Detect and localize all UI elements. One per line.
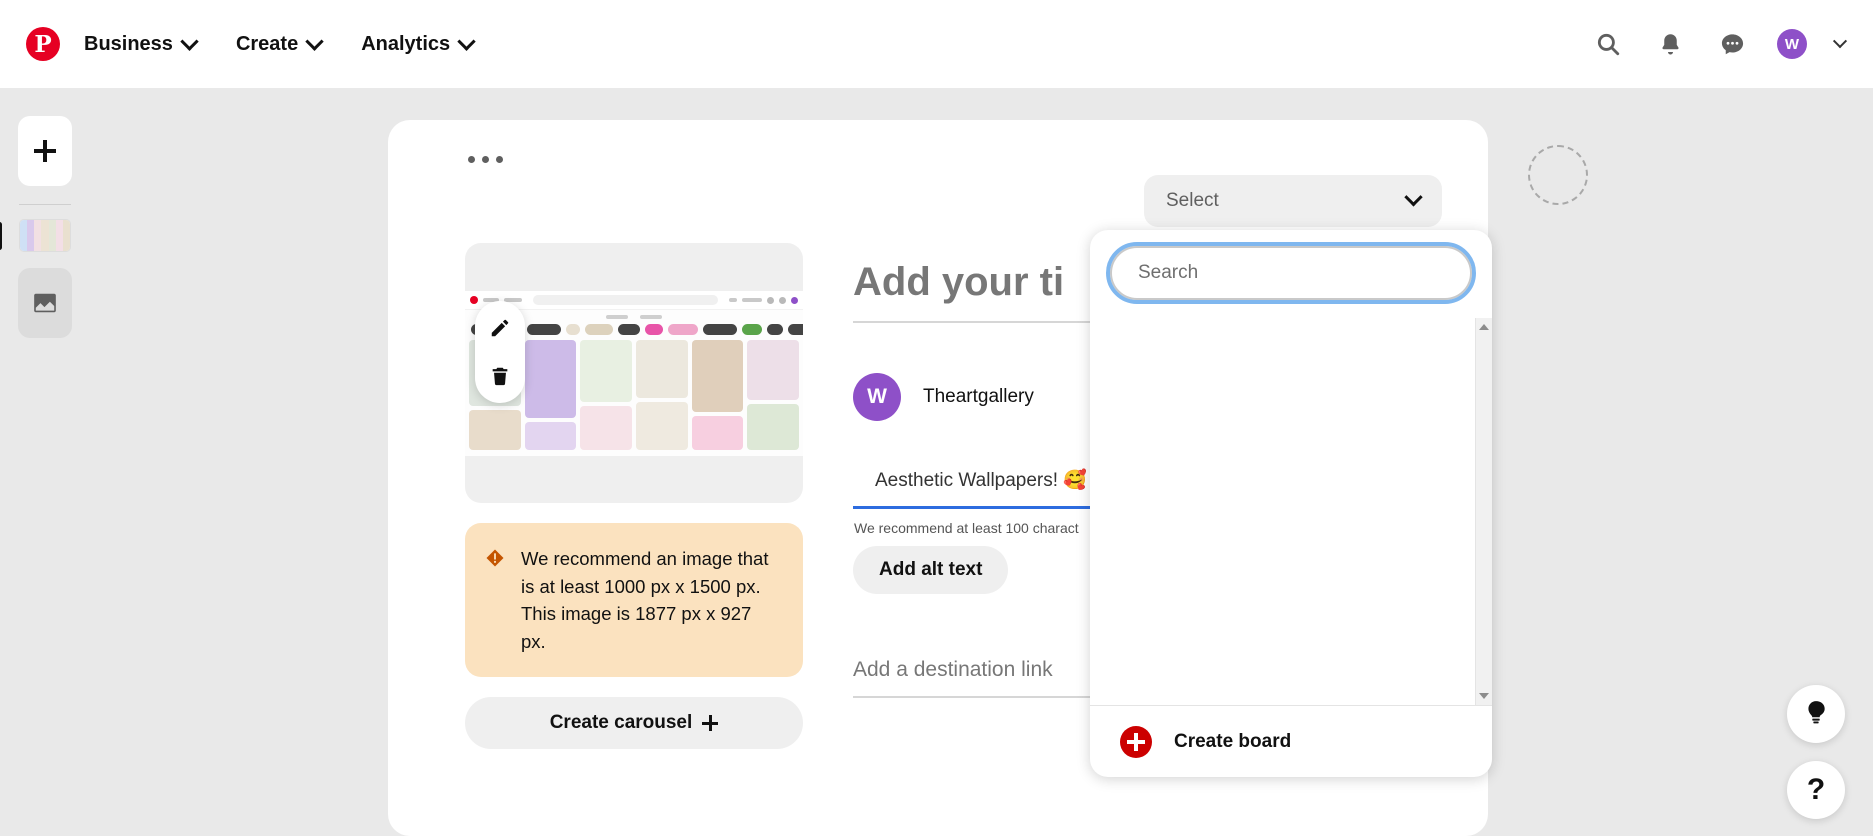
account-chevron-down-icon[interactable] <box>1832 34 1848 49</box>
plus-icon <box>34 140 56 162</box>
add-media-button[interactable] <box>18 116 72 186</box>
media-action-bar <box>475 301 525 403</box>
trash-icon[interactable] <box>483 359 517 393</box>
board-results-list <box>1090 318 1492 705</box>
warning-text: We recommend an image that is at least 1… <box>521 548 769 652</box>
image-placeholder-slot[interactable] <box>18 268 72 338</box>
plus-icon <box>702 715 719 732</box>
loading-spinner-icon <box>1528 145 1588 205</box>
left-rail <box>0 88 90 836</box>
author-avatar-initial: W <box>867 385 887 408</box>
nav-item-business[interactable]: Business <box>68 25 212 64</box>
notifications-bell-icon[interactable] <box>1653 27 1687 61</box>
account-avatar[interactable]: W <box>1777 29 1807 59</box>
create-carousel-button[interactable]: Create carousel <box>465 697 803 750</box>
media-preview[interactable] <box>465 243 803 503</box>
chevron-down-icon <box>457 31 476 51</box>
more-options-icon[interactable] <box>468 156 503 163</box>
pencil-icon[interactable] <box>483 311 517 345</box>
chevron-down-icon <box>180 31 199 51</box>
add-alt-text-button[interactable]: Add alt text <box>853 546 1009 594</box>
search-icon[interactable] <box>1591 27 1625 61</box>
header-left-nav: P Business Create Analytics <box>0 25 489 64</box>
chevron-down-icon <box>305 31 324 51</box>
author-name: Theartgallery <box>923 386 1034 407</box>
create-board-row[interactable]: Create board <box>1090 705 1492 777</box>
nav-item-analytics[interactable]: Analytics <box>345 25 489 64</box>
media-column: We recommend an image that is at least 1… <box>465 243 803 750</box>
rail-thumbnail-wrapper <box>0 219 71 252</box>
warning-icon <box>485 548 505 568</box>
scroll-up-arrow-icon[interactable] <box>1479 324 1489 330</box>
avatar-initial: W <box>1784 35 1800 53</box>
nav-label-analytics: Analytics <box>361 32 451 55</box>
header-right-actions: W <box>1591 27 1873 61</box>
lightbulb-icon <box>1803 699 1829 730</box>
create-board-label: Create board <box>1174 730 1292 752</box>
board-search-wrapper <box>1090 230 1492 304</box>
board-select-label: Select <box>1166 190 1219 211</box>
board-select-dropdown: Create board <box>1090 230 1492 777</box>
active-indicator <box>0 221 2 250</box>
nav-label-create: Create <box>235 32 299 55</box>
board-search-input[interactable] <box>1106 242 1476 304</box>
pinterest-logo-icon[interactable]: P <box>26 27 60 61</box>
chevron-down-icon <box>1404 187 1423 206</box>
plus-circle-icon <box>1120 725 1152 758</box>
nav-label-business: Business <box>84 32 173 55</box>
scroll-down-arrow-icon[interactable] <box>1479 693 1489 699</box>
nav-item-create[interactable]: Create <box>220 25 337 64</box>
dropdown-scrollbar[interactable] <box>1475 318 1492 705</box>
author-avatar: W <box>853 373 901 421</box>
messages-icon[interactable] <box>1715 27 1749 61</box>
question-mark-icon: ? <box>1806 773 1826 806</box>
board-select-button[interactable]: Select <box>1144 175 1442 227</box>
ideas-button[interactable] <box>1787 685 1845 743</box>
top-header: P Business Create Analytics W <box>0 0 1873 88</box>
rail-divider <box>19 204 71 205</box>
image-size-warning: We recommend an image that is at least 1… <box>465 523 803 678</box>
create-carousel-label: Create carousel <box>549 712 693 734</box>
pin-thumbnail[interactable] <box>19 219 71 252</box>
help-button[interactable]: ? <box>1787 761 1845 819</box>
